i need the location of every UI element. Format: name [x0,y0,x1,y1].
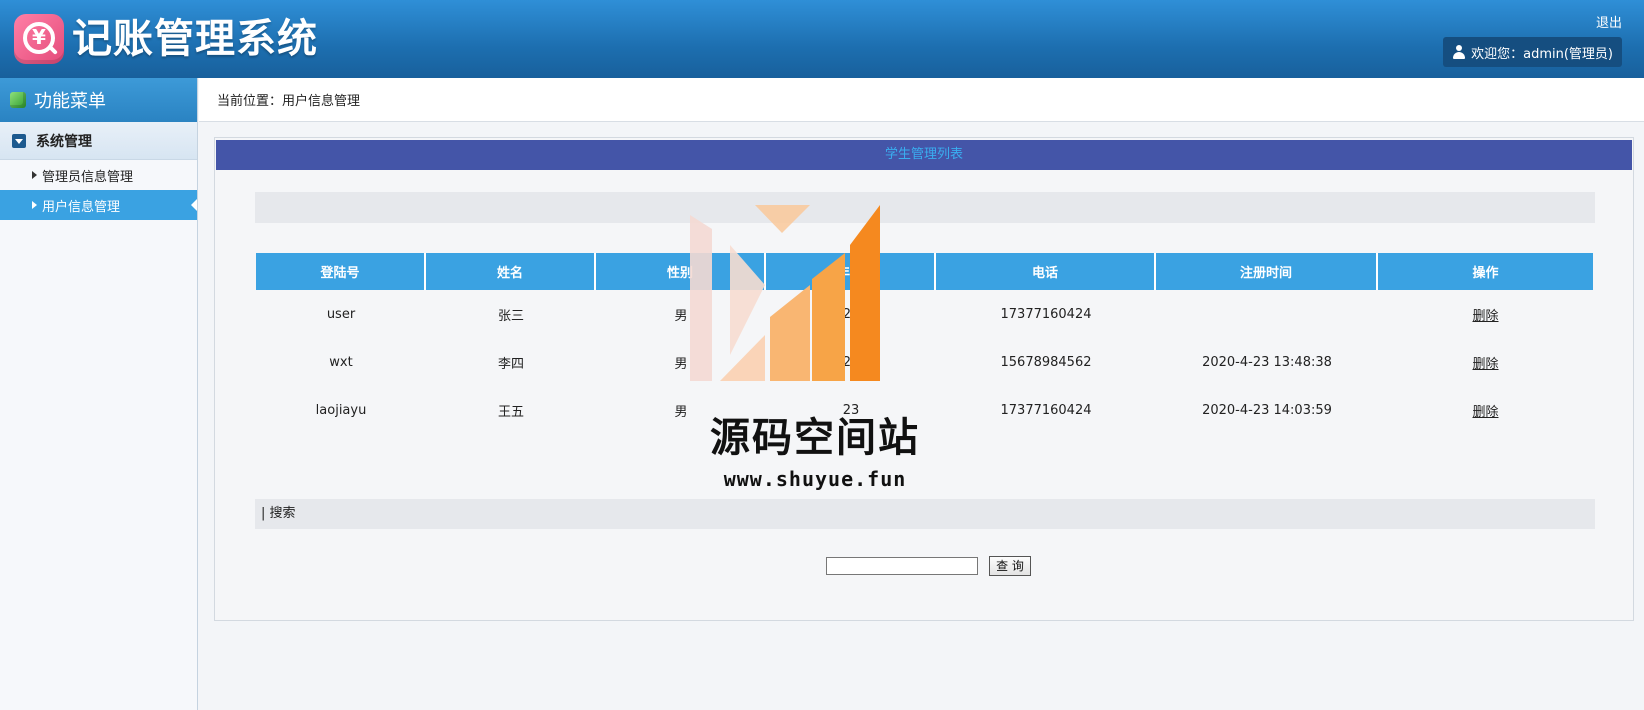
sidebar-item-admin-info[interactable]: 管理员信息管理 [0,160,197,190]
cell-gender: 男 [674,404,688,420]
column-header-reg-time: 注册时间 [1156,253,1378,290]
cell-gender: 男 [674,308,688,324]
table-row: wxt 李四 男 20 15678984562 2020-4-23 13:48:… [256,338,1593,386]
cell-reg-time: 2020-4-23 13:48:38 [1202,354,1332,370]
table-row: laojiayu 王五 男 23 17377160424 2020-4-23 1… [256,386,1593,434]
collapse-toggle-icon[interactable] [12,133,26,148]
query-button[interactable]: 查 询 [989,556,1031,576]
cube-icon [10,92,26,108]
toolbar-bar [255,192,1595,223]
sidebar-group-system[interactable]: 系统管理 [0,122,197,160]
bullet-arrow-icon [32,201,37,209]
cell-name: 王五 [497,404,524,420]
sidebar: 功能菜单 系统管理 管理员信息管理 用户信息管理 [0,78,198,710]
breadcrumb: 当前位置：用户信息管理 [199,78,1644,122]
cell-age: 23 [842,306,860,322]
cell-gender: 男 [674,356,688,372]
logo-yen-symbol: ¥ [32,25,46,49]
cell-action: 删除 [1378,338,1593,386]
column-header-name: 姓名 [426,253,596,290]
cell-reg-time [1156,290,1378,338]
column-header-login: 登陆号 [256,253,426,290]
column-header-action: 操作 [1378,253,1593,290]
cell-phone: 17377160424 [1000,306,1092,322]
user-icon [1453,45,1466,59]
delete-link[interactable]: 删除 [1472,309,1498,324]
logo-icon: ¥ [14,14,64,64]
sidebar-item-label: 管理员信息管理 [42,169,134,185]
search-input[interactable] [826,557,978,575]
cell-phone: 17377160424 [1000,402,1092,418]
table-row: user 张三 男 23 17377160424 删除 [256,290,1593,338]
delete-link[interactable]: 删除 [1472,357,1498,372]
sidebar-menu-header: 功能菜单 [0,78,197,122]
table-header-row: 登陆号 姓名 性别 年龄 电话 注册时间 操作 [256,253,1593,290]
app-title: 记账管理系统 [72,16,318,62]
column-header-gender: 性别 [596,253,766,290]
welcome-text: 欢迎您：admin(管理员) [1471,46,1613,62]
cell-phone: 15678984562 [1000,354,1092,370]
cell-action: 删除 [1378,290,1593,338]
sidebar-menu-title: 功能菜单 [34,91,106,112]
sidebar-group-label: 系统管理 [36,133,92,150]
panel-title: 学生管理列表 [216,140,1632,170]
cell-login: user [326,306,356,322]
content-panel: 学生管理列表 登陆号 姓名 性别 年龄 电话 注册时间 操作 user 张三 男… [214,137,1634,621]
search-bar: | 搜索 [255,499,1595,529]
app-header: ¥ 记账管理系统 退出 欢迎您：admin(管理员) [0,0,1644,78]
sidebar-item-user-info[interactable]: 用户信息管理 [0,190,197,220]
users-table: 登陆号 姓名 性别 年龄 电话 注册时间 操作 user 张三 男 23 173… [256,253,1593,434]
cell-age: 23 [842,402,860,418]
welcome-badge: 欢迎您：admin(管理员) [1443,37,1622,67]
cell-age: 20 [842,354,860,370]
logout-link[interactable]: 退出 [1596,12,1622,31]
bullet-arrow-icon [32,171,37,179]
cell-reg-time: 2020-4-23 14:03:59 [1202,402,1332,418]
cell-login: laojiayu [315,402,367,418]
cell-name: 李四 [497,356,524,372]
cell-login: wxt [329,354,353,370]
delete-link[interactable]: 删除 [1472,405,1498,420]
column-header-phone: 电话 [936,253,1156,290]
cell-name: 张三 [497,308,524,324]
cell-action: 删除 [1378,386,1593,434]
sidebar-item-label: 用户信息管理 [42,199,121,215]
column-header-age: 年龄 [766,253,936,290]
breadcrumb-text: 当前位置：用户信息管理 [217,94,361,109]
